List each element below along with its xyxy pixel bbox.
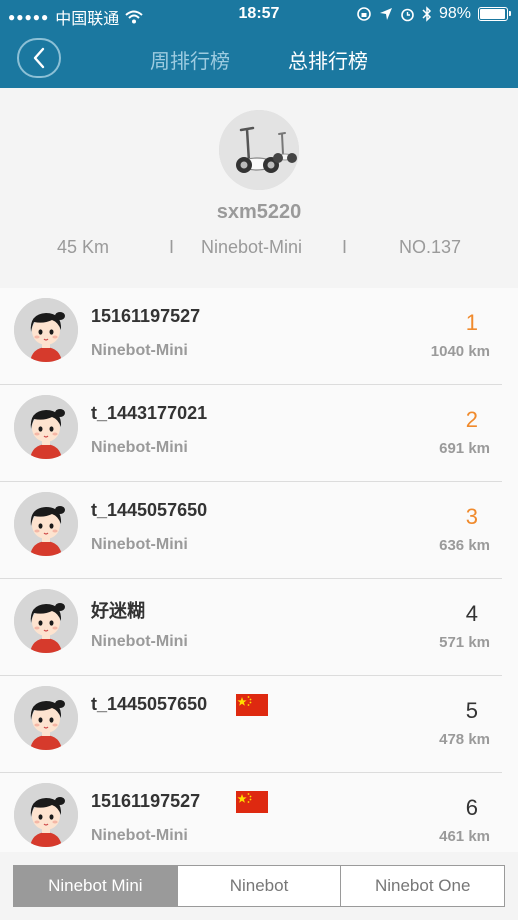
user-avatar-image (14, 589, 78, 653)
user-avatar[interactable] (14, 783, 78, 847)
user-avatar-image (14, 298, 78, 362)
user-model: Ninebot-Mini (201, 237, 303, 257)
ranking-row[interactable]: t_1443177021 Ninebot-Mini 2 691 km (0, 385, 518, 482)
user-avatar[interactable] (14, 395, 78, 459)
ranking-user-model: Ninebot-Mini (91, 342, 188, 359)
battery-fill (480, 9, 506, 19)
ranking-row[interactable]: t_1445057650 Ninebot-Mini 3 636 km (0, 482, 518, 579)
user-avatar-image (14, 492, 78, 556)
user-avatar-image (14, 686, 78, 750)
ranking-user-name: 好迷糊 (91, 601, 145, 621)
status-bar: ●●●●● 中国联通 18:57 98% (0, 0, 518, 28)
segment-ninebot[interactable]: Ninebot (176, 866, 341, 906)
segment-ninebot-one[interactable]: Ninebot One (340, 866, 504, 906)
user-avatar-image (14, 783, 78, 847)
ranking-position: 4 (465, 601, 478, 626)
ranking-distance: 1040 km (430, 343, 490, 360)
ranking-user-name: 15161197527 (91, 306, 201, 326)
china-flag-icon (236, 791, 268, 813)
ranking-row[interactable]: t_1445057650 5 478 km (0, 676, 518, 773)
user-profile: sxm5220 45 Km I Ninebot-Mini I NO.137 (0, 88, 518, 288)
user-rank: NO.137 (399, 237, 462, 257)
ranking-position: 3 (465, 504, 478, 529)
ranking-distance: 478 km (439, 731, 490, 748)
orientation-lock-icon (357, 7, 371, 21)
ranking-user-name: 15161197527 (91, 791, 201, 811)
ranking-row[interactable]: 15161197527 Ninebot-Mini 6 461 km (0, 773, 518, 852)
country-flag (236, 694, 268, 716)
ranking-user-model: Ninebot-Mini (91, 633, 188, 650)
chevron-left-icon (33, 47, 45, 69)
ranking-distance: 571 km (439, 634, 490, 651)
ranking-distance: 691 km (439, 440, 490, 457)
location-icon (379, 8, 392, 20)
ranking-position: 6 (465, 795, 478, 820)
scooter-image (219, 110, 299, 190)
ranking-user-name: t_1443177021 (91, 403, 208, 423)
ranking-user-model: Ninebot-Mini (91, 827, 188, 844)
user-avatar[interactable] (219, 110, 299, 190)
country-flag (236, 791, 268, 813)
battery-percent: 98% (438, 5, 471, 22)
username: sxm5220 (216, 201, 302, 223)
ranking-user-model: Ninebot-Mini (91, 439, 188, 456)
ranking-position: 5 (465, 698, 478, 723)
tab-total-ranking[interactable]: 总排行榜 (288, 45, 368, 74)
segment-ninebot-mini[interactable]: Ninebot Mini (14, 866, 177, 906)
user-avatar[interactable] (14, 686, 78, 750)
bottom-bar: Ninebot Mini Ninebot Ninebot One (0, 852, 518, 920)
china-flag-icon (236, 694, 268, 716)
alarm-icon (401, 8, 414, 21)
user-avatar[interactable] (14, 492, 78, 556)
ranking-user-name: t_1445057650 (91, 500, 208, 520)
ranking-user-model: Ninebot-Mini (91, 536, 188, 553)
ranking-list[interactable]: 15161197527 Ninebot-Mini 1 1040 km t_144… (0, 288, 518, 852)
battery-icon (478, 7, 511, 21)
ranking-user-name: t_1445057650 (91, 694, 208, 714)
ranking-distance: 461 km (439, 828, 490, 845)
user-avatar[interactable] (14, 298, 78, 362)
stat-divider: I (342, 237, 348, 257)
bluetooth-icon (422, 6, 432, 22)
model-segmented-control: Ninebot Mini Ninebot Ninebot One (13, 865, 505, 907)
ranking-row[interactable]: 好迷糊 Ninebot-Mini 4 571 km (0, 579, 518, 676)
user-avatar[interactable] (14, 589, 78, 653)
stat-divider: I (169, 237, 175, 257)
tab-weekly-ranking[interactable]: 周排行榜 (150, 45, 230, 74)
ranking-row[interactable]: 15161197527 Ninebot-Mini 1 1040 km (0, 288, 518, 385)
nav-bar: 周排行榜 总排行榜 (0, 28, 518, 88)
ranking-position: 2 (465, 407, 478, 432)
user-distance: 45 Km (57, 237, 110, 257)
ranking-distance: 636 km (439, 537, 490, 554)
back-button[interactable] (17, 38, 61, 78)
ranking-position: 1 (465, 310, 478, 335)
user-avatar-image (14, 395, 78, 459)
